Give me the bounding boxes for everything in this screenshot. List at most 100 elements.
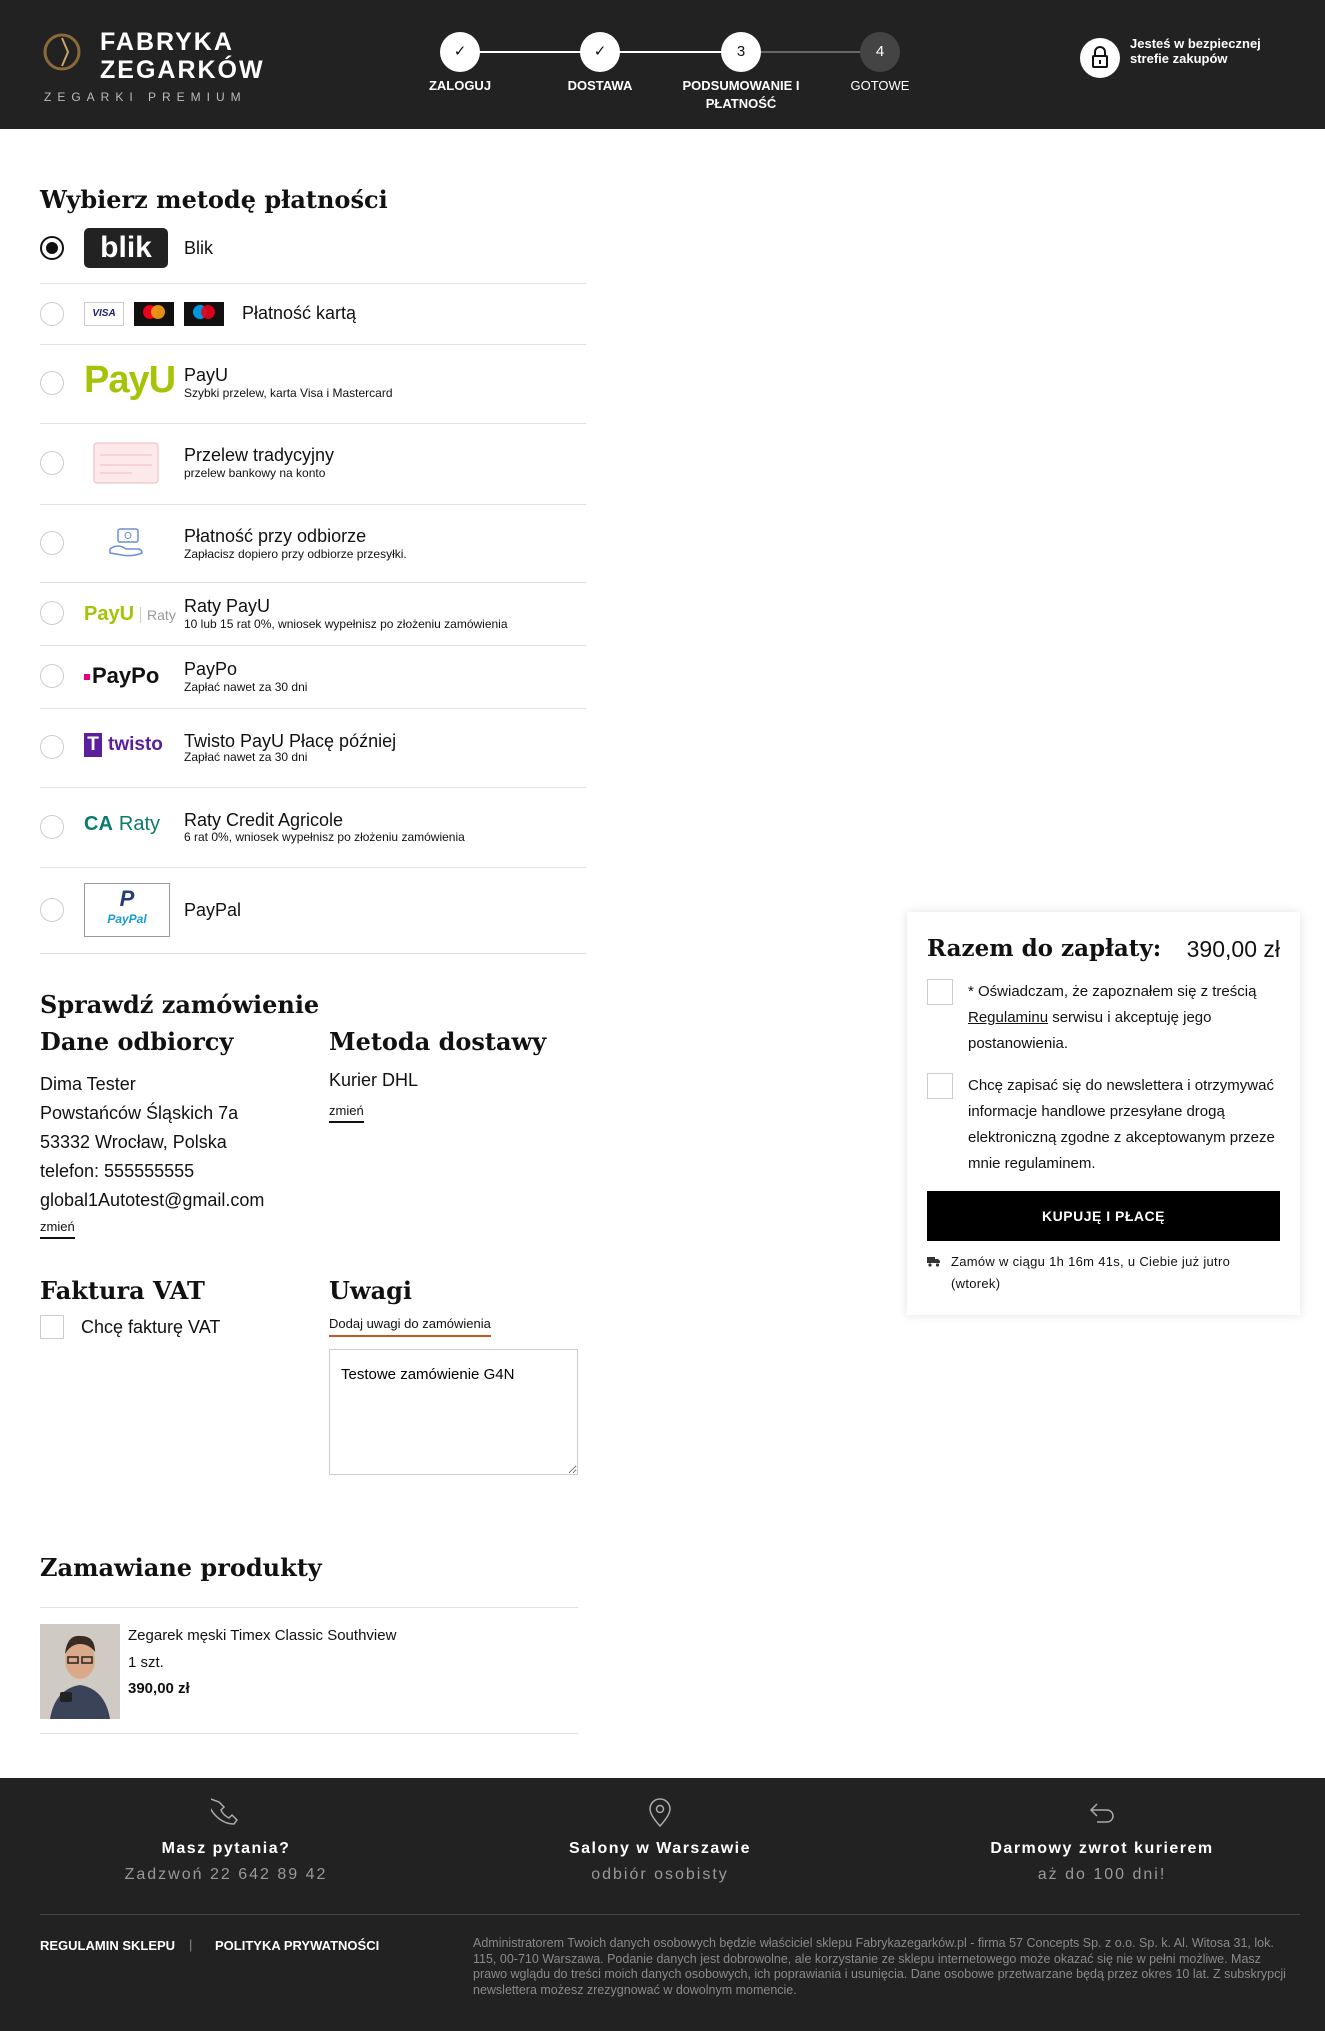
- return-arrow-icon: [1089, 1803, 1114, 1823]
- newsletter-checkbox[interactable]: [927, 1073, 953, 1099]
- brand-name-line2: ZEGARKÓW: [100, 56, 265, 84]
- bank-transfer-icon: [92, 439, 160, 487]
- step-3-label: PODSUMOWANIE I PŁATNOŚĆ: [682, 78, 800, 111]
- footer-divider: [40, 1914, 1300, 1915]
- payment-option-label: Blik: [184, 238, 214, 258]
- footer-link-separator: |: [189, 1937, 193, 1952]
- paypal-logo-text: PayPal: [107, 912, 147, 926]
- brand-tagline: ZEGARKI PREMIUM: [44, 90, 247, 104]
- radio-twisto[interactable]: [40, 735, 64, 759]
- notes-tab[interactable]: Dodaj uwagi do zamówienia: [329, 1316, 491, 1337]
- footer-legal-text: Administratorem Twoich danych osobowych …: [473, 1936, 1286, 1997]
- footer-privacy-link[interactable]: POLITYKA PRYWATNOŚCI: [215, 1938, 379, 1953]
- radio-transfer[interactable]: [40, 451, 64, 475]
- visa-logo: VISA: [84, 302, 124, 326]
- radio-payu-raty[interactable]: [40, 601, 64, 625]
- step-4-circle: 4: [860, 32, 900, 72]
- step-1-circle: ✓: [440, 32, 480, 72]
- payment-option-card[interactable]: VISA Płatność kartą: [40, 284, 586, 345]
- notes-title: Uwagi: [329, 1276, 413, 1305]
- payment-option-payu-raty[interactable]: PayU Raty Raty PayU 10 lub 15 rat 0%, wni…: [40, 583, 586, 646]
- step-1-label[interactable]: ZALOGUJ: [395, 77, 525, 95]
- footer-contact-phone[interactable]: Zadzwoń 22 642 89 42: [76, 1866, 376, 1884]
- shipping-countdown: Zamów w ciągu 1h 16m 41s, u Ciebie już j…: [951, 1254, 1231, 1291]
- footer-stores-title: Salony w Warszawie: [568, 1840, 751, 1857]
- radio-card[interactable]: [40, 302, 64, 326]
- payu-raty-logo-text: PayU: [84, 603, 135, 625]
- payment-option-paypal[interactable]: P PayPal PayPal: [40, 868, 586, 954]
- radio-payu[interactable]: [40, 371, 64, 395]
- payment-option-payu[interactable]: PayU PayU Szybki przelew, karta Visa i M…: [40, 345, 586, 424]
- vat-invoice-checkbox[interactable]: [40, 1315, 64, 1339]
- payment-option-label: PayPo: [184, 659, 238, 679]
- product-name[interactable]: Zegarek męski Timex Classic Southview: [128, 1627, 396, 1644]
- total-label: Razem do zapłaty:: [927, 935, 1162, 962]
- footer-contact[interactable]: Masz pytania? Zadzwoń 22 642 89 42: [76, 1798, 376, 1884]
- payment-option-credit-agricole[interactable]: CA Raty Raty Credit Agricole 6 rat 0%, wn…: [40, 788, 586, 868]
- footer-returns-title: Darmowy zwrot kurierem: [990, 1840, 1214, 1857]
- radio-cod[interactable]: [40, 531, 64, 555]
- products-section-title: Zamawiane produkty: [40, 1553, 322, 1582]
- payment-option-blik[interactable]: blik Blik: [40, 226, 586, 284]
- order-notes-textarea[interactable]: Testowe zamówienie G4N: [329, 1349, 578, 1475]
- change-recipient-link[interactable]: zmień: [40, 1219, 75, 1239]
- blik-logo: blik: [84, 228, 168, 268]
- payment-option-label: PayPal: [184, 900, 242, 920]
- watch-logo-icon: [43, 33, 81, 71]
- credit-agricole-logo: CA Raty: [84, 813, 161, 835]
- twisto-logo: Ttwisto: [84, 733, 172, 757]
- brand-name-line1: FABRYKA: [100, 28, 234, 56]
- recipient-city: 53332 Wrocław, Polska: [40, 1132, 227, 1152]
- terms-checkbox[interactable]: [927, 979, 953, 1005]
- twisto-logo-text: twisto: [108, 734, 163, 756]
- payment-option-paypo[interactable]: PayPo PayPo Zapłać nawet za 30 dni: [40, 646, 586, 709]
- recipient-street: Powstańców Śląskich 7a: [40, 1103, 239, 1123]
- secure-zone-text: Jesteś w bezpiecznej strefie zakupów: [1130, 36, 1261, 66]
- change-delivery-link[interactable]: zmień: [329, 1103, 364, 1123]
- brand-logo[interactable]: FABRYKA ZEGARKÓW ZEGARKI PREMIUM: [40, 28, 270, 108]
- footer-terms-link[interactable]: REGULAMIN SKLEPU: [40, 1938, 175, 1953]
- maestro-logo: [184, 302, 224, 326]
- product-price: 390,00 zł: [128, 1680, 190, 1697]
- payment-option-cod[interactable]: Płatność przy odbiorze Zapłacisz dopiero…: [40, 505, 586, 583]
- payment-option-label: Twisto PayU Płacę później: [184, 731, 397, 751]
- payment-option-desc: Zapłacisz dopiero przy odbiorze przesyłk…: [184, 547, 407, 561]
- radio-paypo[interactable]: [40, 664, 64, 688]
- total-value: 390,00 zł: [1186, 936, 1280, 962]
- footer-returns[interactable]: Darmowy zwrot kurierem aż do 100 dni!: [952, 1798, 1252, 1884]
- payment-option-transfer[interactable]: Przelew tradycyjny przelew bankowy na ko…: [40, 424, 586, 505]
- payment-option-desc: Zapłać nawet za 30 dni: [184, 680, 308, 694]
- radio-blik[interactable]: [40, 236, 64, 260]
- order-summary-box: Razem do zapłaty: 390,00 zł * Oświadczam…: [907, 912, 1300, 1315]
- recipient-email: global1Autotest@gmail.com: [40, 1190, 265, 1210]
- product-quantity: 1 szt.: [128, 1654, 164, 1671]
- payment-option-twisto[interactable]: Ttwisto Twisto PayU Płacę później Zapłać…: [40, 709, 586, 788]
- product-image[interactable]: [40, 1624, 120, 1719]
- payu-raty-logo: PayU Raty: [84, 603, 176, 629]
- payment-option-desc: przelew bankowy na konto: [184, 466, 326, 480]
- step-2-circle: ✓: [580, 32, 620, 72]
- footer-returns-sub: aż do 100 dni!: [1037, 1866, 1167, 1883]
- step-4-label: GOTOWE: [850, 78, 910, 93]
- paypo-logo-text: PayPo: [92, 663, 160, 688]
- step-2-label[interactable]: DOSTAWA: [535, 77, 665, 95]
- radio-paypal[interactable]: [40, 898, 64, 922]
- payment-option-label: Płatność kartą: [242, 303, 357, 323]
- delivery-method-title: Metoda dostawy: [329, 1027, 547, 1056]
- cash-on-delivery-icon: [106, 525, 146, 561]
- review-section-title: Sprawdź zamówienie: [40, 990, 320, 1019]
- mastercard-logo: [134, 302, 174, 326]
- buy-and-pay-button[interactable]: KUPUJĘ I PŁACĘ: [927, 1191, 1280, 1241]
- footer-stores[interactable]: Salony w Warszawie odbiór osobisty: [510, 1798, 810, 1884]
- vat-invoice-label[interactable]: Chcę fakturę VAT: [81, 1317, 220, 1338]
- terms-link[interactable]: Regulaminu: [968, 1009, 1048, 1026]
- payu-raty-logo-sub: Raty: [140, 607, 176, 623]
- recipient-name: Dima Tester: [40, 1074, 136, 1094]
- recipient-phone: telefon: 555555555: [40, 1161, 195, 1181]
- paypo-logo: PayPo: [84, 663, 172, 689]
- delivery-method-value: Kurier DHL: [329, 1070, 419, 1090]
- location-pin-icon: [649, 1798, 671, 1828]
- terms-consent-text: * Oświadczam, że zapoznałem się z treści…: [968, 979, 1288, 1057]
- payment-option-label: Płatność przy odbiorze: [184, 526, 367, 546]
- radio-credit-agricole[interactable]: [40, 815, 64, 839]
